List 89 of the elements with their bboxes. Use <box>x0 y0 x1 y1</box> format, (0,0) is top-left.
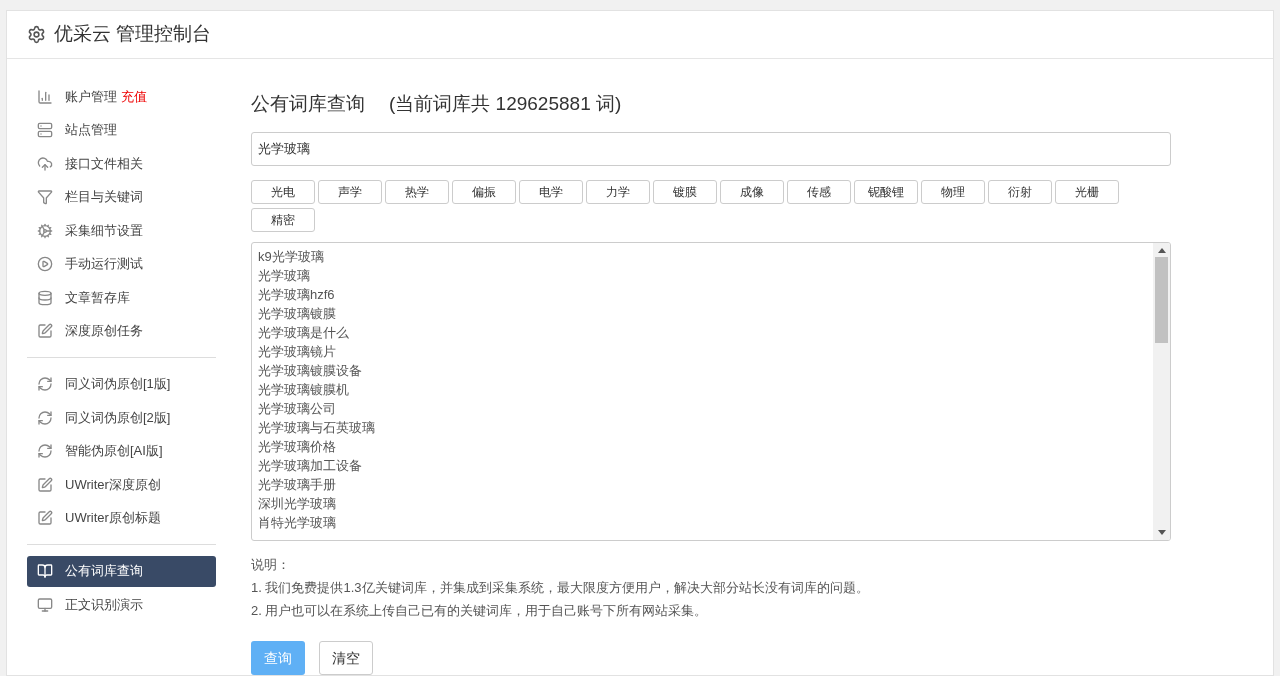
console-title: 优采云 管理控制台 <box>54 22 212 46</box>
search-field[interactable]: 光学玻璃 <box>251 132 1171 166</box>
sidebar-label: UWriter原创标题 <box>65 509 161 528</box>
database-icon <box>37 289 53 306</box>
result-item[interactable]: 光学玻璃镀膜机 <box>258 380 1147 399</box>
notes-heading: 说明： <box>251 556 291 574</box>
sidebar-item[interactable]: 采集细节设置 <box>27 215 216 246</box>
page-title: 公有词库查询 <box>251 91 365 116</box>
result-item[interactable]: 光学玻璃手册 <box>258 475 1147 494</box>
tag-button[interactable]: 力学 <box>586 180 650 204</box>
sidebar-label: 文章暂存库 <box>65 288 130 307</box>
result-item[interactable]: k9光学玻璃 <box>258 247 1147 266</box>
sidebar-item[interactable]: UWriter原创标题 <box>27 502 216 534</box>
tag-button[interactable]: 电学 <box>519 180 583 204</box>
sidebar-label: 栏目与关键词 <box>65 188 143 207</box>
sidebar-item[interactable]: 接口文件相关 <box>27 148 216 179</box>
bar-chart-icon <box>37 88 53 105</box>
sidebar-item[interactable]: 正文识别演示 <box>27 589 216 620</box>
gear-icon <box>37 222 53 239</box>
sidebar-item[interactable]: 同义词伪原创[1版] <box>27 368 216 400</box>
result-item[interactable]: 光学玻璃hzf6 <box>258 285 1147 304</box>
book-icon <box>37 563 53 579</box>
sidebar-label: UWriter深度原创 <box>65 475 161 494</box>
sidebar-item[interactable]: 同义词伪原创[2版] <box>27 402 216 433</box>
sidebar-label: 采集细节设置 <box>65 221 143 240</box>
monitor-icon <box>37 596 53 613</box>
result-item[interactable]: 深圳光学玻璃 <box>258 494 1147 513</box>
result-item[interactable]: 光学玻璃与石英玻璃 <box>258 418 1147 437</box>
scroll-up-icon[interactable] <box>1157 248 1166 253</box>
note-text: 1. 我们免费提供1.3亿关键词库，并集成到采集系统，最大限度方便用户，解决大部分站长没有词库的问题。 <box>251 579 870 597</box>
refresh-icon <box>37 376 53 392</box>
tag-button[interactable]: 铌酸锂 <box>854 180 918 204</box>
result-item[interactable]: 光学玻璃镜片 <box>258 342 1147 361</box>
sidebar-label: 正文识别演示 <box>65 595 143 614</box>
result-item[interactable]: 光学玻璃是什么 <box>258 323 1147 342</box>
sidebar-item[interactable]: 智能伪原创[AI版] <box>27 435 216 467</box>
edit-icon <box>37 323 53 339</box>
sidebar-label: 手动运行测试 <box>65 255 143 274</box>
filter-icon <box>37 189 53 205</box>
sidebar-label: 接口文件相关 <box>65 154 143 173</box>
sidebar-item[interactable]: 公有词库查询 <box>27 555 216 587</box>
sidebar-label: 站点管理 <box>65 121 117 140</box>
sidebar-item[interactable]: 深度原创任务 <box>27 315 216 347</box>
sidebar-item[interactable]: 站点管理 <box>27 114 216 146</box>
settings-icon <box>27 24 46 44</box>
tag-button[interactable]: 镀膜 <box>653 180 717 204</box>
sidebar-item[interactable]: 账户管理 充值 <box>27 81 216 112</box>
refresh-icon <box>37 443 53 459</box>
refresh-icon <box>37 409 53 426</box>
results-list[interactable]: k9光学玻璃 光学玻璃 光学玻璃hzf6 光学玻璃镀膜 光学玻璃是什么 光学玻璃镜片 光学玻璃镀膜设备 光学玻璃镀膜机 光学玻璃公司 光学玻璃与石英玻璃 光学玻璃价格 光学玻璃加工设备 光学玻璃手册 深圳光学玻璃 肖特光学玻璃 <box>251 242 1171 541</box>
note-text: 2. 用户也可以在系统上传自己已有的关键词库，用于自己账号下所有网站采集。 <box>251 602 709 620</box>
result-item[interactable]: 光学玻璃价格 <box>258 437 1147 456</box>
server-icon <box>37 122 53 138</box>
scroll-down-icon[interactable] <box>1157 530 1166 535</box>
sidebar-item[interactable]: 栏目与关键词 <box>27 181 216 213</box>
result-item[interactable]: 光学玻璃公司 <box>258 399 1147 418</box>
result-item[interactable]: 光学玻璃加工设备 <box>258 456 1147 475</box>
scrollbar-track[interactable] <box>1153 243 1170 540</box>
tag-button[interactable]: 光电 <box>251 180 315 204</box>
tag-button[interactable]: 光栅 <box>1055 180 1119 204</box>
result-item[interactable]: 光学玻璃镀膜设备 <box>258 361 1147 380</box>
sidebar-label: 同义词伪原创[2版] <box>65 408 171 427</box>
tag-button[interactable]: 精密 <box>251 208 315 232</box>
tag-button[interactable]: 物理 <box>921 180 985 204</box>
sidebar-item[interactable]: UWriter深度原创 <box>27 469 216 500</box>
tag-button[interactable]: 热学 <box>385 180 449 204</box>
tag-button[interactable]: 偏振 <box>452 180 516 204</box>
sidebar-label: 同义词伪原创[1版] <box>65 375 171 394</box>
edit-icon <box>37 510 53 526</box>
sidebar-item[interactable]: 手动运行测试 <box>27 248 216 280</box>
tag-button[interactable]: 衍射 <box>988 180 1052 204</box>
result-item[interactable]: 肖特光学玻璃 <box>258 513 1147 532</box>
result-item[interactable]: 光学玻璃镀膜 <box>258 304 1147 323</box>
sidebar-label: 智能伪原创[AI版] <box>65 442 163 461</box>
sidebar-item[interactable]: 文章暂存库 <box>27 282 216 313</box>
word-count: (当前词库共 129625881 词) <box>389 91 622 116</box>
play-icon <box>37 256 53 272</box>
tag-button[interactable]: 传感 <box>787 180 851 204</box>
edit-icon <box>37 476 53 493</box>
clear-button[interactable]: 清空 <box>319 641 373 675</box>
tag-button[interactable]: 成像 <box>720 180 784 204</box>
result-item[interactable]: 光学玻璃 <box>258 266 1147 285</box>
scrollbar-thumb[interactable] <box>1155 257 1168 343</box>
cloud-upload-icon <box>37 155 53 172</box>
recharge-link[interactable]: 充值 <box>121 86 147 107</box>
sidebar-label: 公有词库查询 <box>65 562 143 581</box>
sidebar-label: 账户管理 <box>65 87 117 106</box>
sidebar-label: 深度原创任务 <box>65 322 143 341</box>
tag-button[interactable]: 声学 <box>318 180 382 204</box>
